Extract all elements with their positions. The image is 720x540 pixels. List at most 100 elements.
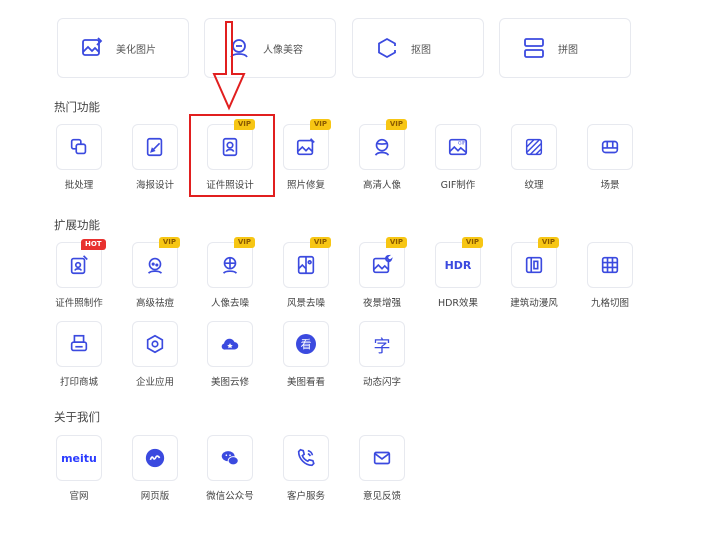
- tool-texture[interactable]: 纹理: [496, 124, 572, 191]
- photo-repair-icon: [296, 138, 315, 156]
- tool-scene[interactable]: 场景: [572, 124, 648, 191]
- vip-badge: VIP: [233, 237, 255, 248]
- tool-label: HDR效果: [437, 298, 479, 309]
- vip-badge: VIP: [385, 237, 407, 248]
- annotation-arrow-icon: [212, 21, 246, 111]
- tool-label: 九格切图: [590, 298, 629, 309]
- tool-photo-repair[interactable]: VIP 照片修复: [268, 119, 344, 191]
- flash-text-icon: 字: [373, 336, 391, 357]
- cloud-retouch-icon: [221, 338, 239, 350]
- tool-enterprise[interactable]: 企业应用: [117, 321, 193, 388]
- tool-poster[interactable]: 海报设计: [117, 124, 193, 191]
- top-tool-beautify[interactable]: 美化图片: [57, 18, 189, 78]
- tool-label: 海报设计: [135, 180, 174, 191]
- vip-badge: VIP: [461, 237, 483, 248]
- web-version-icon: [145, 448, 165, 468]
- section-title-expand: 扩展功能: [54, 218, 100, 232]
- link-wechat[interactable]: 微信公众号: [192, 435, 268, 502]
- tool-label: 场景: [600, 180, 620, 191]
- tool-acne-removal[interactable]: VIP 高级祛痘: [117, 237, 193, 309]
- tool-batch[interactable]: 批处理: [41, 124, 117, 191]
- tool-label: 证件照制作: [55, 298, 103, 309]
- section-title-about: 关于我们: [54, 410, 100, 424]
- top-tool-label: 抠图: [411, 44, 431, 56]
- tool-gif[interactable]: GIF GIF制作: [420, 124, 496, 191]
- meitu-logo-icon: meitu: [61, 451, 97, 465]
- tool-print-shop[interactable]: 打印商城: [41, 321, 117, 388]
- tool-label: 纹理: [524, 180, 544, 191]
- wechat-icon: [221, 451, 239, 466]
- tool-label: 打印商城: [59, 377, 98, 388]
- svg-text:GIF: GIF: [458, 141, 466, 147]
- top-tool-label: 人像美容: [263, 44, 303, 56]
- meitu-viewer-icon: 看: [296, 334, 316, 354]
- hd-portrait-icon: [374, 138, 390, 156]
- tool-label: 动态闪字: [362, 377, 401, 388]
- tool-cloud-retouch[interactable]: 美图云修: [192, 321, 268, 388]
- vip-badge: VIP: [537, 237, 559, 248]
- link-web-version[interactable]: 网页版: [117, 435, 193, 502]
- tool-label: 照片修复: [286, 180, 325, 191]
- texture-icon: [525, 138, 543, 156]
- portrait-denoise-icon: [222, 256, 238, 274]
- gif-icon: GIF: [448, 138, 468, 156]
- scene-icon: [601, 140, 619, 154]
- tool-id-photo-make[interactable]: HOT 证件照制作: [41, 239, 117, 309]
- tool-label: 高清人像: [362, 180, 401, 191]
- tool-label: 网页版: [140, 491, 170, 502]
- tool-grid-cut[interactable]: 九格切图: [572, 242, 648, 309]
- phone-icon: [297, 448, 315, 467]
- hot-badge: HOT: [81, 239, 106, 250]
- vip-badge: VIP: [309, 119, 331, 130]
- tool-label: 官网: [69, 491, 89, 502]
- top-tool-label: 拼图: [558, 44, 578, 56]
- grid-cut-icon: [601, 256, 619, 274]
- tool-label: 意见反馈: [362, 491, 401, 502]
- print-shop-icon: [70, 334, 88, 352]
- top-tool-collage[interactable]: 拼图: [499, 18, 631, 78]
- batch-icon: [70, 138, 87, 155]
- vip-badge: VIP: [158, 237, 180, 248]
- tool-label: 美图云修: [210, 377, 249, 388]
- night-enhance-icon: [372, 254, 393, 274]
- cutout-icon: [378, 37, 397, 59]
- tool-label: 建筑动漫风: [510, 298, 558, 309]
- mail-icon: [373, 451, 391, 465]
- tool-label: 批处理: [64, 180, 94, 191]
- tool-night-enhance[interactable]: VIP 夜景增强: [344, 237, 420, 309]
- link-customer-service[interactable]: 客户服务: [268, 435, 344, 502]
- tool-label: 企业应用: [135, 377, 174, 388]
- poster-icon: [146, 137, 163, 157]
- tool-label: 人像去噪: [210, 298, 249, 309]
- tool-hd-portrait[interactable]: VIP 高清人像: [344, 119, 420, 191]
- tool-landscape-denoise[interactable]: VIP 风景去噪: [268, 237, 344, 309]
- image-edit-icon: [82, 37, 103, 56]
- tool-label: 微信公众号: [206, 491, 254, 502]
- link-official-site[interactable]: meitu 官网: [41, 435, 117, 502]
- tool-flash-text[interactable]: 字 动态闪字: [344, 321, 420, 388]
- tool-portrait-denoise[interactable]: VIP 人像去噪: [192, 237, 268, 309]
- hdr-icon: HDR: [444, 258, 472, 272]
- id-photo-make-icon: [70, 255, 88, 275]
- tool-label: 夜景增强: [362, 298, 401, 309]
- tool-label: 客户服务: [286, 491, 325, 502]
- link-feedback[interactable]: 意见反馈: [344, 435, 420, 502]
- collage-icon: [524, 38, 544, 58]
- vip-badge: VIP: [309, 237, 331, 248]
- enterprise-icon: [146, 334, 164, 354]
- section-title-hot: 热门功能: [54, 100, 100, 114]
- vip-badge: VIP: [385, 119, 407, 130]
- acne-removal-icon: [147, 257, 163, 274]
- tool-architecture-anime[interactable]: VIP 建筑动漫风: [496, 237, 572, 309]
- tool-meitu-viewer[interactable]: 看 美图看看: [268, 321, 344, 388]
- top-tool-cutout[interactable]: 抠图: [352, 18, 484, 78]
- top-tool-label: 美化图片: [116, 44, 156, 56]
- tool-hdr[interactable]: VIP HDR HDR效果: [420, 237, 496, 309]
- landscape-denoise-icon: [297, 255, 315, 275]
- tool-label: GIF制作: [440, 180, 476, 191]
- tool-label: 美图看看: [286, 377, 325, 388]
- highlight-box: [189, 114, 275, 197]
- tool-label: 高级祛痘: [135, 298, 174, 309]
- tool-label: 风景去噪: [286, 298, 325, 309]
- architecture-anime-icon: [525, 256, 543, 274]
